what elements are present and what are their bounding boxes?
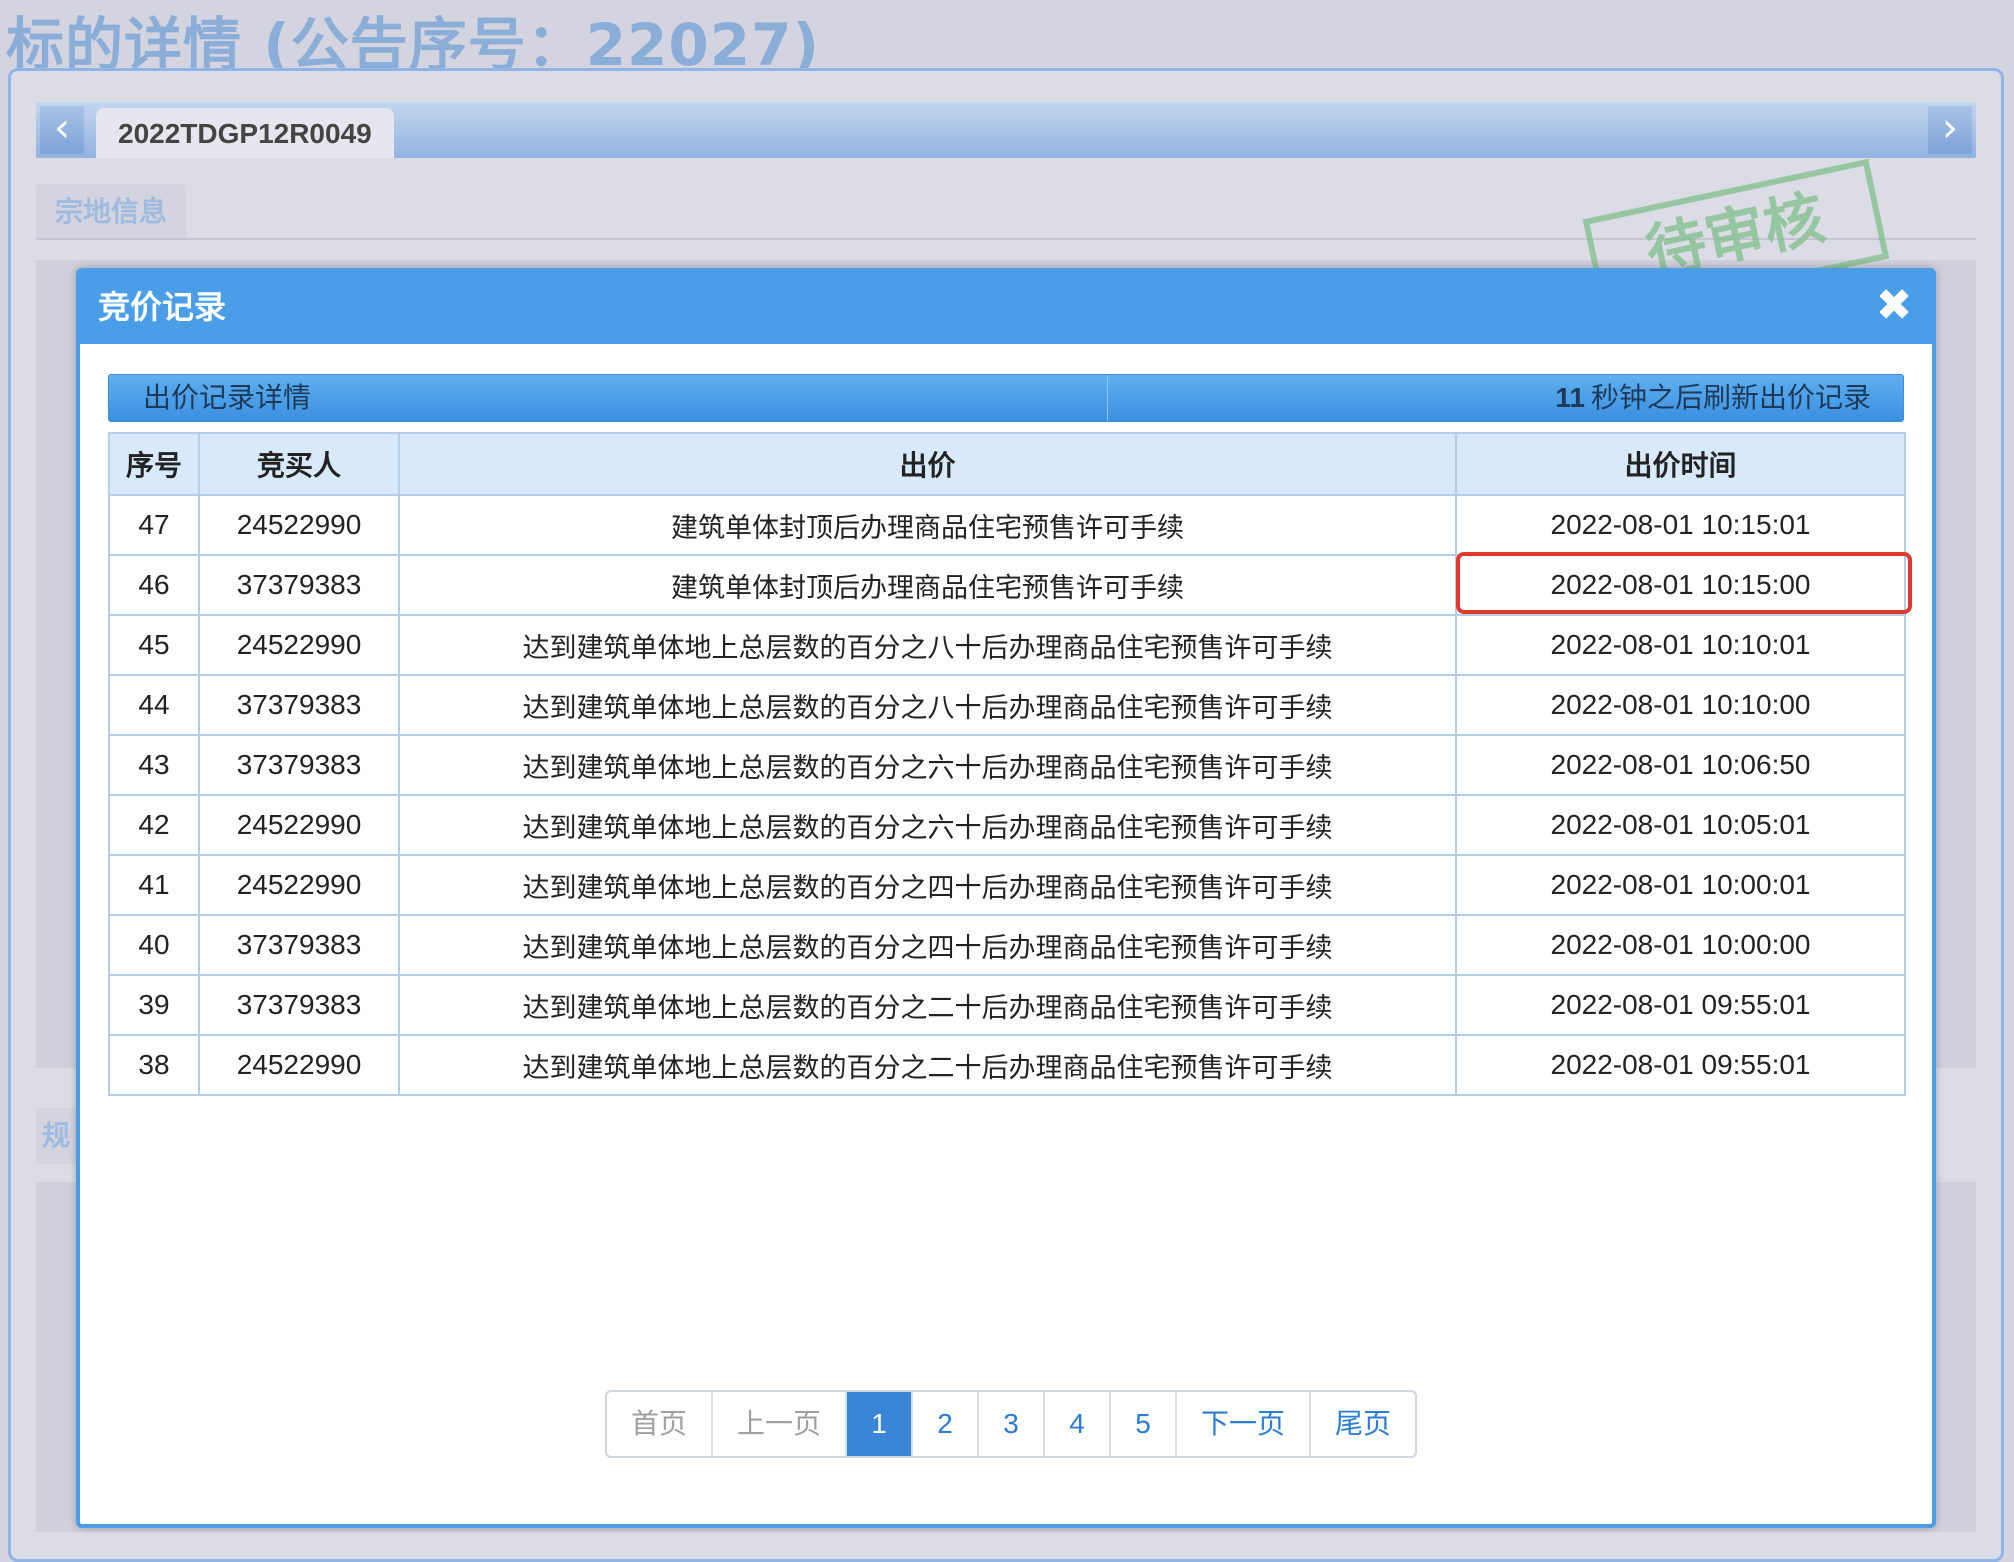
row-time: 2022-08-01 09:55:01 [1455,1034,1906,1096]
page-5-button[interactable]: 5 [1111,1392,1178,1456]
row-time: 2022-08-01 09:55:01 [1455,974,1906,1036]
row-price: 达到建筑单体地上总层数的百分之六十后办理商品住宅预售许可手续 [398,734,1457,796]
row-price: 达到建筑单体地上总层数的百分之四十后办理商品住宅预售许可手续 [398,854,1457,916]
chevron-right-icon[interactable]: › [1928,106,1972,154]
section-tab-land-info[interactable]: 宗地信息 [36,184,186,240]
table-row: 40 37379383 达到建筑单体地上总层数的百分之四十后办理商品住宅预售许可手续… [108,914,1906,976]
table-row: 47 24522990 建筑单体封顶后办理商品住宅预售许可手续 2022-08-01 … [108,494,1906,556]
section-tab-plan[interactable]: 规 [36,1108,76,1164]
bid-records-modal: 竞价记录 ✖ 出价记录详情 11 秒钟之后刷新出价记录 序号 竞买人 出价 出价时… [76,268,1936,1528]
row-no: 46 [108,554,200,616]
modal-header: 竞价记录 ✖ [80,272,1932,344]
last-page-button[interactable]: 尾页 [1311,1392,1415,1456]
row-bidder: 37379383 [198,974,400,1036]
row-bidder: 37379383 [198,674,400,736]
records-title: 出价记录详情 [143,381,312,414]
table-row: 46 37379383 建筑单体封顶后办理商品住宅预售许可手续 2022-08-01 … [108,554,1906,616]
row-time: 2022-08-01 10:00:00 [1455,914,1906,976]
table-row: 39 37379383 达到建筑单体地上总层数的百分之二十后办理商品住宅预售许可手续… [108,974,1906,1036]
row-price: 达到建筑单体地上总层数的百分之八十后办理商品住宅预售许可手续 [398,674,1457,736]
bid-records-table: 序号 竞买人 出价 出价时间 47 24522990 建筑单体封顶后办理商品住宅预售… [108,432,1906,1096]
row-no: 43 [108,734,200,796]
header-bidder: 竞买人 [198,432,400,496]
prev-page-button[interactable]: 上一页 [713,1392,848,1456]
row-price: 达到建筑单体地上总层数的百分之二十后办理商品住宅预售许可手续 [398,974,1457,1036]
row-bidder: 37379383 [198,914,400,976]
tab-bar: ‹ 2022TDGP12R0049 › [36,102,1976,158]
table-row: 43 37379383 达到建筑单体地上总层数的百分之六十后办理商品住宅预售许可手续… [108,734,1906,796]
row-time: 2022-08-01 10:05:01 [1455,794,1906,856]
row-no: 44 [108,674,200,736]
table-row: 45 24522990 达到建筑单体地上总层数的百分之八十后办理商品住宅预售许可手续… [108,614,1906,676]
row-time: 2022-08-01 10:15:00 [1455,554,1906,616]
table-row: 38 24522990 达到建筑单体地上总层数的百分之二十后办理商品住宅预售许可手续… [108,1034,1906,1096]
refresh-count: 11 [1555,382,1585,413]
row-time: 2022-08-01 10:00:01 [1455,854,1906,916]
refresh-countdown: 11 秒钟之后刷新出价记录 [1555,375,1871,421]
table-row: 41 24522990 达到建筑单体地上总层数的百分之四十后办理商品住宅预售许可手续… [108,854,1906,916]
row-bidder: 24522990 [198,614,400,676]
row-no: 40 [108,914,200,976]
row-time: 2022-08-01 10:10:00 [1455,674,1906,736]
header-time: 出价时间 [1455,432,1906,496]
row-no: 41 [108,854,200,916]
row-no: 47 [108,494,200,556]
page-2-button[interactable]: 2 [913,1392,980,1456]
chevron-left-icon[interactable]: ‹ [40,106,84,154]
table-header-row: 序号 竞买人 出价 出价时间 [108,432,1906,496]
next-page-button[interactable]: 下一页 [1177,1392,1312,1456]
row-time: 2022-08-01 10:10:01 [1455,614,1906,676]
table-row: 42 24522990 达到建筑单体地上总层数的百分之六十后办理商品住宅预售许可手续… [108,794,1906,856]
row-price: 达到建筑单体地上总层数的百分之二十后办理商品住宅预售许可手续 [398,1034,1457,1096]
first-page-button[interactable]: 首页 [607,1392,714,1456]
row-no: 42 [108,794,200,856]
row-no: 38 [108,1034,200,1096]
divider [1107,375,1108,421]
row-bidder: 37379383 [198,734,400,796]
row-price: 达到建筑单体地上总层数的百分之六十后办理商品住宅预售许可手续 [398,794,1457,856]
tab-parcel[interactable]: 2022TDGP12R0049 [96,108,394,158]
header-no: 序号 [108,432,200,496]
row-no: 45 [108,614,200,676]
row-bidder: 37379383 [198,554,400,616]
row-price: 达到建筑单体地上总层数的百分之四十后办理商品住宅预售许可手续 [398,914,1457,976]
records-bar: 出价记录详情 11 秒钟之后刷新出价记录 [108,374,1904,422]
row-bidder: 24522990 [198,1034,400,1096]
row-bidder: 24522990 [198,494,400,556]
row-bidder: 24522990 [198,854,400,916]
modal-title: 竞价记录 [98,288,227,326]
page-1-button[interactable]: 1 [847,1392,914,1456]
table-row: 44 37379383 达到建筑单体地上总层数的百分之八十后办理商品住宅预售许可手续… [108,674,1906,736]
row-time: 2022-08-01 10:06:50 [1455,734,1906,796]
row-time: 2022-08-01 10:15:01 [1455,494,1906,556]
header-price: 出价 [398,432,1457,496]
close-icon[interactable]: ✖ [1868,280,1920,332]
row-no: 39 [108,974,200,1036]
row-bidder: 24522990 [198,794,400,856]
page-3-button[interactable]: 3 [979,1392,1046,1456]
refresh-text: 秒钟之后刷新出价记录 [1590,381,1871,414]
page-4-button[interactable]: 4 [1045,1392,1112,1456]
pagination: 首页 上一页 1 2 3 4 5 下一页 尾页 [605,1390,1418,1458]
row-price: 建筑单体封顶后办理商品住宅预售许可手续 [398,554,1457,616]
row-price: 建筑单体封顶后办理商品住宅预售许可手续 [398,494,1457,556]
row-price: 达到建筑单体地上总层数的百分之八十后办理商品住宅预售许可手续 [398,614,1457,676]
